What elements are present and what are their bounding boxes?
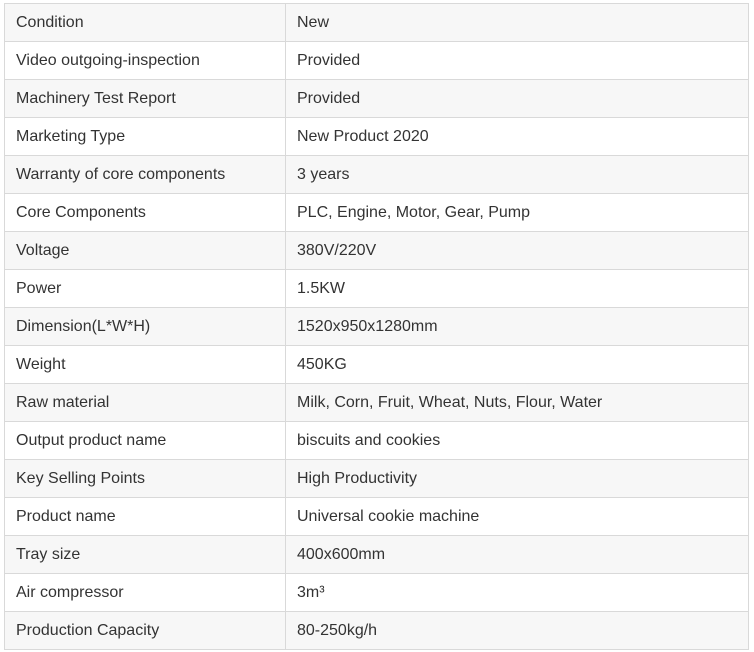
spec-label: Tray size [4, 535, 286, 574]
table-row: Key Selling Points High Productivity [4, 459, 749, 498]
spec-value: Provided [285, 79, 749, 118]
spec-label: Video outgoing-inspection [4, 41, 286, 80]
specifications-table: Condition New Video outgoing-inspection … [4, 3, 749, 650]
table-row: Video outgoing-inspection Provided [4, 41, 749, 80]
spec-value: 80-250kg/h [285, 611, 749, 650]
spec-value: PLC, Engine, Motor, Gear, Pump [285, 193, 749, 232]
spec-label: Power [4, 269, 286, 308]
spec-value: 3 years [285, 155, 749, 194]
table-row: Tray size 400x600mm [4, 535, 749, 574]
spec-value: High Productivity [285, 459, 749, 498]
spec-value: biscuits and cookies [285, 421, 749, 460]
spec-value: 400x600mm [285, 535, 749, 574]
spec-value: 450KG [285, 345, 749, 384]
spec-label: Raw material [4, 383, 286, 422]
spec-label: Marketing Type [4, 117, 286, 156]
table-row: Voltage 380V/220V [4, 231, 749, 270]
spec-value: New [285, 3, 749, 42]
table-row: Warranty of core components 3 years [4, 155, 749, 194]
table-row: Output product name biscuits and cookies [4, 421, 749, 460]
spec-value: New Product 2020 [285, 117, 749, 156]
spec-value: 380V/220V [285, 231, 749, 270]
table-row: Raw material Milk, Corn, Fruit, Wheat, N… [4, 383, 749, 422]
table-row: Product name Universal cookie machine [4, 497, 749, 536]
spec-label: Condition [4, 3, 286, 42]
spec-label: Weight [4, 345, 286, 384]
spec-label: Product name [4, 497, 286, 536]
table-row: Production Capacity 80-250kg/h [4, 611, 749, 650]
table-row: Weight 450KG [4, 345, 749, 384]
table-row: Power 1.5KW [4, 269, 749, 308]
table-row: Air compressor 3m³ [4, 573, 749, 612]
spec-value: 1520x950x1280mm [285, 307, 749, 346]
table-row: Machinery Test Report Provided [4, 79, 749, 118]
table-row: Dimension(L*W*H) 1520x950x1280mm [4, 307, 749, 346]
table-row: Core Components PLC, Engine, Motor, Gear… [4, 193, 749, 232]
spec-value: Provided [285, 41, 749, 80]
spec-label: Output product name [4, 421, 286, 460]
table-row: Marketing Type New Product 2020 [4, 117, 749, 156]
spec-label: Machinery Test Report [4, 79, 286, 118]
spec-label: Key Selling Points [4, 459, 286, 498]
spec-label: Voltage [4, 231, 286, 270]
table-row: Condition New [4, 3, 749, 42]
spec-label: Core Components [4, 193, 286, 232]
spec-label: Dimension(L*W*H) [4, 307, 286, 346]
specifications-table-body: Condition New Video outgoing-inspection … [4, 3, 749, 650]
spec-value: 3m³ [285, 573, 749, 612]
spec-label: Production Capacity [4, 611, 286, 650]
spec-value: Universal cookie machine [285, 497, 749, 536]
spec-value: Milk, Corn, Fruit, Wheat, Nuts, Flour, W… [285, 383, 749, 422]
spec-label: Warranty of core components [4, 155, 286, 194]
spec-label: Air compressor [4, 573, 286, 612]
spec-value: 1.5KW [285, 269, 749, 308]
